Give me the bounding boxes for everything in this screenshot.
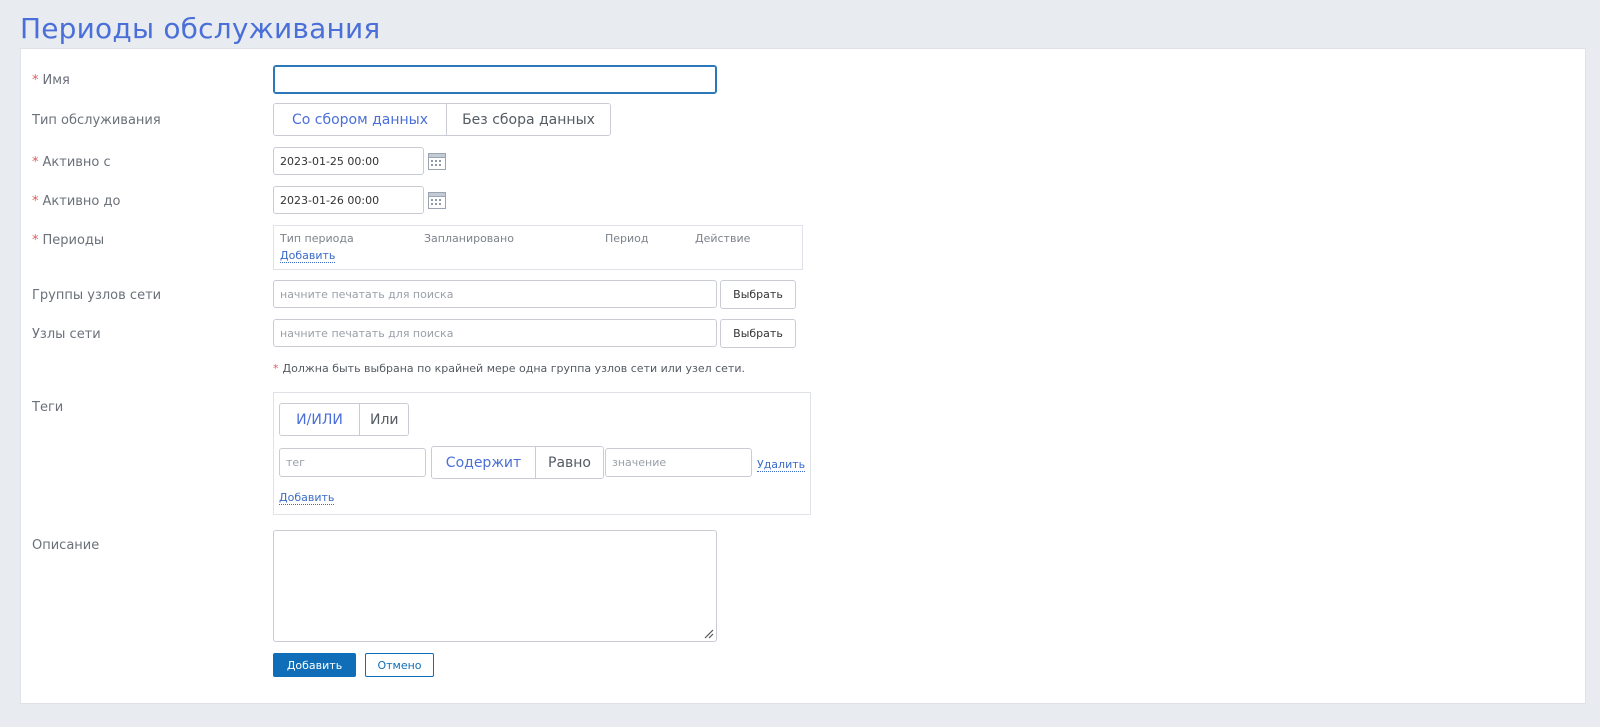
active-from-input[interactable] (273, 147, 424, 175)
tag-operator-equals-button[interactable]: Равно (535, 447, 603, 478)
hosts-select-button[interactable]: Выбрать (720, 319, 796, 348)
tag-operator-contains-button[interactable]: Содержит (432, 447, 535, 478)
service-type-with-data-button[interactable]: Со сбором данных (274, 104, 446, 135)
hosts-requirement-text: Должна быть выбрана по крайней мере одна… (282, 362, 745, 375)
description-textarea[interactable] (273, 530, 717, 642)
service-type-toggle: Со сбором данных Без сбора данных (273, 103, 611, 136)
host-groups-label: Группы узлов сети (32, 288, 162, 303)
tag-name-input[interactable] (279, 448, 426, 477)
name-label: * Имя (32, 73, 70, 88)
active-from-label-text: Активно с (42, 155, 111, 170)
active-from-label: * Активно с (32, 155, 111, 170)
service-type-without-data-button[interactable]: Без сбора данных (446, 104, 610, 135)
description-label: Описание (32, 538, 100, 553)
periods-column-header: Запланировано (424, 232, 514, 245)
periods-column-header: Период (605, 232, 649, 245)
active-to-label-text: Активно до (42, 194, 121, 209)
hosts-requirement-note: * Должна быть выбрана по крайней мере одн… (273, 362, 745, 375)
calendar-icon[interactable] (428, 153, 446, 170)
host-groups-input[interactable] (273, 280, 717, 308)
calendar-icon[interactable] (428, 192, 446, 209)
active-to-input[interactable] (273, 186, 424, 214)
periods-table: Тип периода Запланировано Период Действи… (273, 225, 803, 270)
periods-add-link[interactable]: Добавить (280, 249, 336, 263)
required-mark: * (32, 73, 39, 88)
tag-remove-link[interactable]: Удалить (757, 458, 806, 472)
host-groups-select-button[interactable]: Выбрать (720, 280, 796, 309)
required-mark: * (32, 155, 39, 170)
tags-evaltype-toggle: И/ИЛИ Или (279, 403, 409, 436)
service-type-label: Тип обслуживания (32, 113, 161, 128)
periods-label-text: Периоды (42, 233, 105, 248)
tags-evaltype-and-or-button[interactable]: И/ИЛИ (280, 404, 359, 435)
tags-label: Теги (32, 400, 64, 415)
tags-box: И/ИЛИ Или Содержит Равно Удалить Добавит… (273, 392, 811, 515)
required-mark: * (273, 362, 279, 375)
hosts-label: Узлы сети (32, 327, 101, 342)
name-label-text: Имя (42, 73, 70, 88)
form-panel: * Имя Тип обслуживания Со сбором данных Б… (20, 48, 1586, 704)
active-to-label: * Активно до (32, 194, 120, 209)
tags-add-link[interactable]: Добавить (279, 491, 335, 505)
tag-value-input[interactable] (605, 448, 752, 477)
tag-operator-toggle: Содержит Равно (431, 446, 604, 479)
hosts-input[interactable] (273, 319, 717, 347)
required-mark: * (32, 233, 39, 248)
add-button[interactable]: Добавить (273, 653, 356, 677)
name-input[interactable] (273, 65, 717, 94)
periods-label: * Периоды (32, 233, 104, 248)
cancel-button[interactable]: Отмено (365, 653, 434, 677)
page-title: Периоды обслуживания (20, 12, 381, 45)
resize-handle-icon[interactable] (703, 628, 714, 639)
periods-column-header: Тип периода (280, 232, 354, 245)
required-mark: * (32, 194, 39, 209)
tags-evaltype-or-button[interactable]: Или (359, 404, 408, 435)
periods-column-header: Действие (695, 232, 751, 245)
